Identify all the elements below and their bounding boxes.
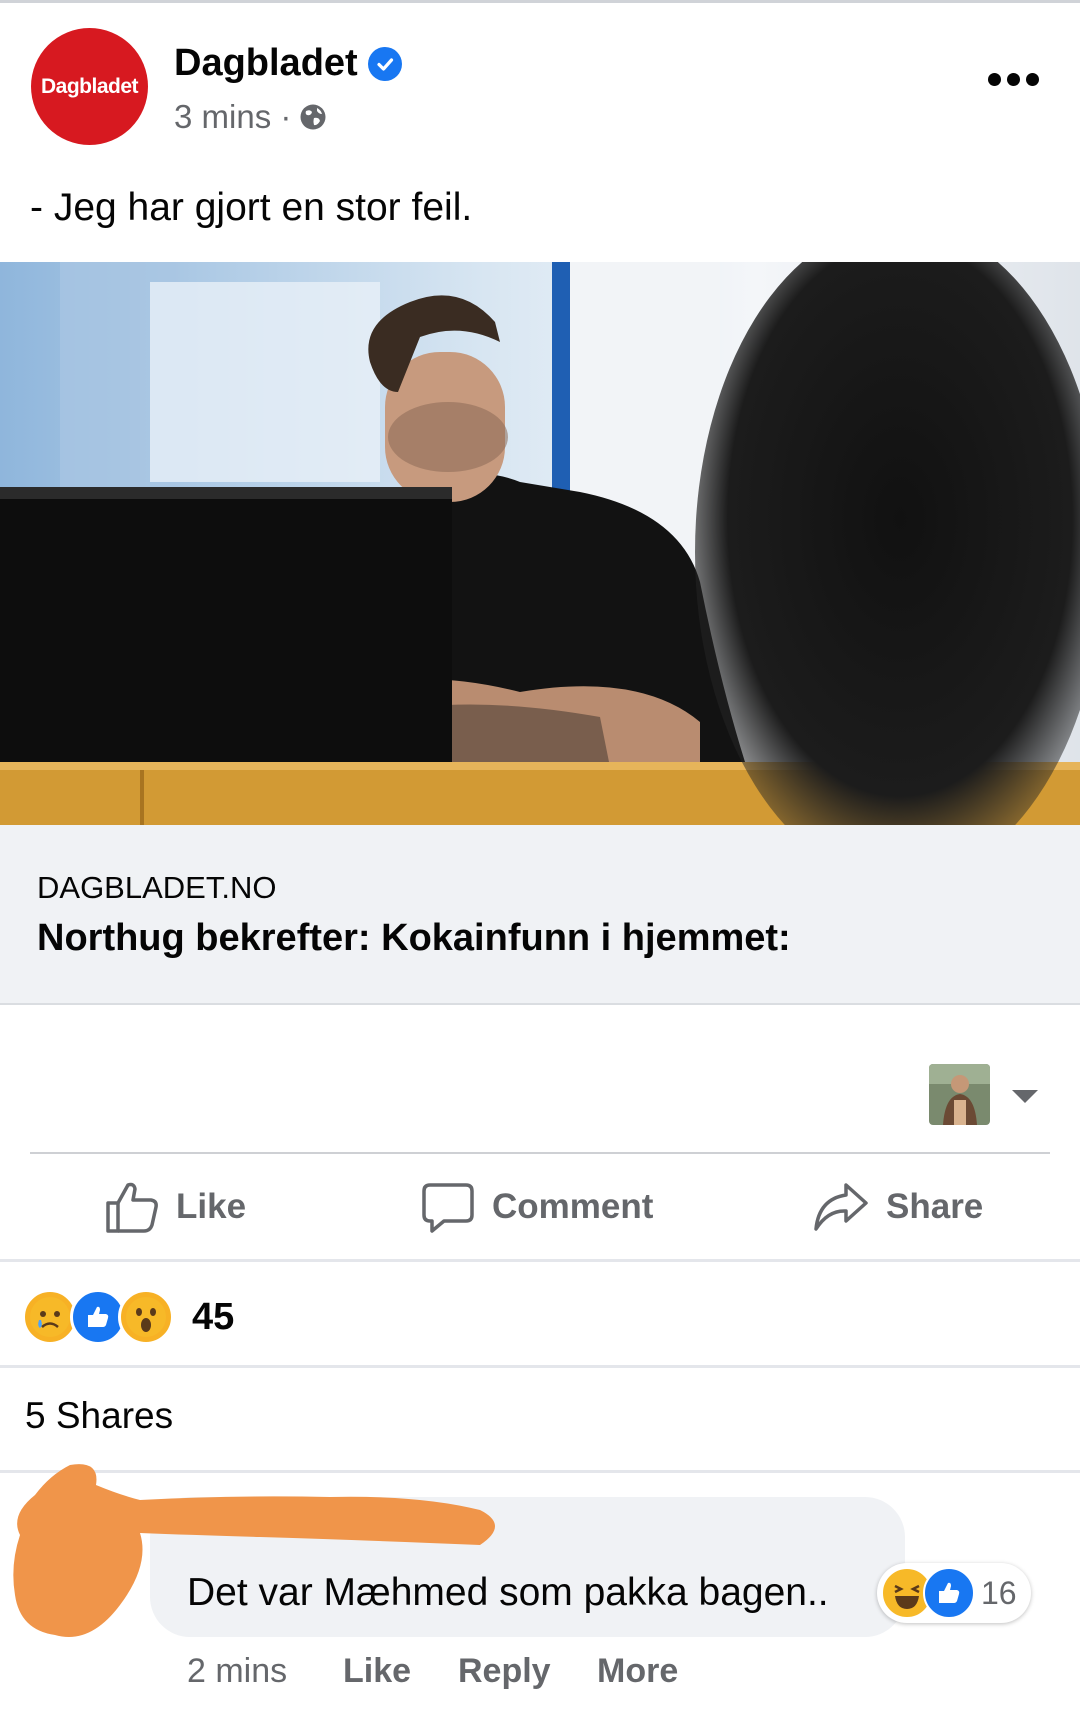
globe-icon bbox=[300, 104, 326, 130]
comment-more-button[interactable]: More bbox=[597, 1652, 678, 1691]
post-text: - Jeg har gjort en stor feil. bbox=[30, 186, 473, 229]
link-preview[interactable] bbox=[0, 825, 1080, 1005]
post-timestamp-row: 3 mins · bbox=[174, 98, 327, 136]
share-arrow-icon bbox=[814, 1183, 868, 1231]
comment-icon bbox=[422, 1183, 474, 1233]
avatar-logo-text: Dagbladet bbox=[40, 74, 139, 98]
viewer-avatar[interactable] bbox=[929, 1064, 990, 1125]
comment-reply-button[interactable]: Reply bbox=[458, 1652, 551, 1691]
chevron-down-icon[interactable] bbox=[1012, 1090, 1038, 1103]
more-options-icon[interactable] bbox=[985, 64, 1041, 94]
redaction-scribble bbox=[13, 1464, 495, 1637]
comment-button[interactable]: Comment bbox=[420, 1172, 653, 1242]
share-button[interactable]: Share bbox=[812, 1172, 983, 1242]
comment-time: 2 mins bbox=[187, 1652, 288, 1690]
reaction-count: 45 bbox=[192, 1295, 235, 1338]
page-avatar[interactable]: Dagbladet bbox=[31, 28, 148, 145]
comment-reaction-count: 16 bbox=[981, 1574, 1017, 1611]
share-label: Share bbox=[886, 1187, 984, 1226]
post-time[interactable]: 3 mins · bbox=[174, 98, 291, 136]
like-button[interactable]: Like bbox=[104, 1172, 246, 1242]
post-photo[interactable] bbox=[0, 262, 1080, 825]
divider bbox=[30, 1152, 1050, 1154]
wow-reaction-icon bbox=[118, 1289, 174, 1345]
divider bbox=[0, 1259, 1080, 1262]
verified-badge-icon bbox=[367, 46, 402, 81]
divider bbox=[0, 1365, 1080, 1368]
like-label: Like bbox=[176, 1187, 247, 1226]
link-headline[interactable]: Northug bekrefter: Kokainfunn i hjemmet: bbox=[37, 917, 791, 960]
like-reaction-icon bbox=[923, 1567, 975, 1619]
link-domain: DAGBLADET.NO bbox=[37, 870, 277, 905]
page-name-row[interactable]: Dagbladet bbox=[174, 42, 402, 85]
reactions-summary[interactable]: 45 bbox=[22, 1289, 234, 1345]
comment-reactions[interactable]: 16 bbox=[877, 1563, 1031, 1623]
shares-count[interactable]: 5 Shares bbox=[25, 1395, 173, 1437]
top-border bbox=[0, 0, 1080, 3]
thumbs-up-icon bbox=[106, 1182, 158, 1233]
page-name[interactable]: Dagbladet bbox=[174, 42, 358, 85]
comment-label: Comment bbox=[492, 1187, 654, 1226]
comment-like-button[interactable]: Like bbox=[343, 1652, 411, 1691]
